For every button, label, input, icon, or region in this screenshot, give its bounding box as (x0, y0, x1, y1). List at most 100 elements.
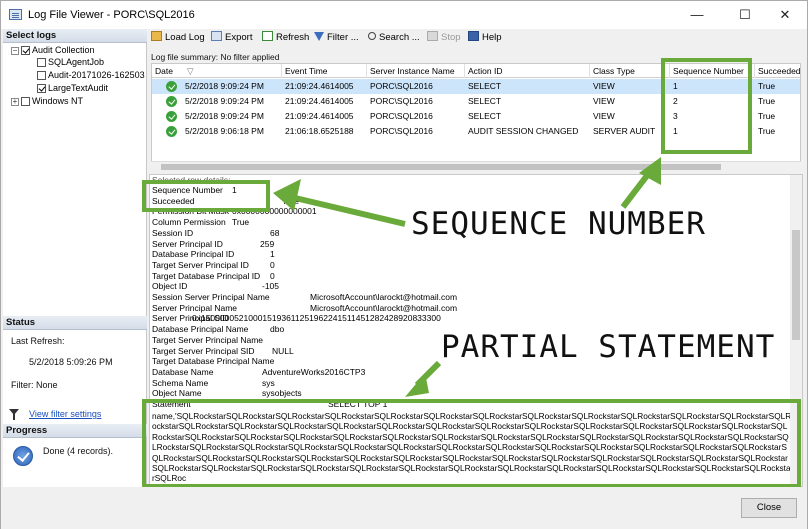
tree-item-windows-nt[interactable]: + Windows NT (11, 95, 83, 107)
cell-class-type: SERVER AUDIT (593, 126, 656, 136)
column-header-label: Date (155, 66, 173, 76)
detail-field-label: Server Principal Name (152, 302, 238, 313)
checkbox-audit-20171026[interactable] (37, 71, 46, 81)
detail-field: Column Permission True (152, 217, 249, 228)
search-button[interactable]: Search ... (368, 31, 420, 45)
tree-item-label: LargeTextAudit (48, 83, 109, 93)
detail-field: Database Name AdventureWorks2016CTP3 (152, 366, 365, 378)
log-summary: Log file summary: No filter applied (151, 52, 280, 62)
detail-field-value: MicrosoftAccount\larockt@hotmail.com (310, 292, 458, 302)
sequence-number-detail-highlight (142, 180, 270, 212)
detail-field: Object Name sysobjects (152, 388, 302, 399)
success-check-icon (166, 96, 177, 107)
success-check-icon (166, 111, 177, 122)
detail-field: Object ID -105 (152, 281, 279, 292)
search-icon (368, 32, 376, 41)
detail-field: Database Principal ID 1 (152, 249, 275, 260)
select-logs-header: Select logs (3, 29, 147, 43)
tree-item-largetextaudit[interactable]: LargeTextAudit (37, 82, 108, 94)
stop-button[interactable]: Stop (427, 31, 461, 45)
detail-field: Session Server Principal Name MicrosoftAc… (152, 292, 457, 303)
close-button[interactable]: Close (741, 498, 797, 518)
cell-server-instance: PORC\SQL2016 (370, 126, 433, 136)
tree-item-label: Audit Collection (32, 45, 95, 55)
checkbox-windows-nt[interactable] (21, 97, 30, 107)
detail-field: Server Principal Name MicrosoftAccount\la… (152, 302, 457, 314)
filter-icon (9, 409, 19, 420)
annotation-partial-statement: PARTIAL STATEMENT (441, 329, 776, 365)
detail-field: Target Server Principal SID NULL (152, 346, 294, 357)
cell-action-id: SELECT (468, 96, 502, 106)
cell-event-time: 21:09:24.4614005 (285, 81, 354, 91)
cell-date: 5/2/2018 9:09:24 PM (185, 81, 264, 91)
progress-text: Done (4 records). (43, 446, 114, 456)
cell-action-id: SELECT (468, 111, 502, 121)
export-label: Export (225, 32, 253, 43)
minimize-button[interactable]: — (675, 1, 719, 29)
detail-field-value: 1 (270, 249, 275, 260)
left-panel: Select logs − Audit Collection SQLAgentJo… (3, 29, 147, 487)
detail-field-label: Schema Name (152, 377, 209, 388)
filter-icon (314, 31, 324, 41)
folder-icon (151, 31, 162, 42)
cell-server-instance: PORC\SQL2016 (370, 96, 433, 106)
maximize-button[interactable]: ☐ (723, 1, 767, 29)
detail-field-value: 0 (270, 259, 275, 270)
cell-action-id: AUDIT SESSION CHANGED (468, 126, 579, 136)
detail-field-label: Object ID (152, 281, 188, 292)
export-button[interactable]: Export (211, 31, 252, 45)
tree-item-label: Audit-20171026-162503 (48, 70, 145, 80)
close-window-button[interactable]: ✕ (763, 1, 807, 29)
cell-date: 5/2/2018 9:09:24 PM (185, 96, 264, 106)
scrollbar-thumb[interactable] (792, 230, 800, 340)
tree-item-audit-20171026[interactable]: Audit-20171026-162503 (37, 69, 145, 81)
filter-funnel-icon: ▽ (186, 66, 194, 76)
cell-succeeded: True (758, 96, 776, 106)
tree-item-sqlagentjob[interactable]: SQLAgentJob (37, 56, 104, 68)
detail-field-label: Target Server Principal ID (152, 259, 249, 270)
column-header-date[interactable]: Date ▽ (152, 64, 282, 78)
column-header-action-id[interactable]: Action ID (465, 64, 590, 78)
checkbox-sqlagentjob[interactable] (37, 58, 46, 68)
tree-item-label: SQLAgentJob (48, 57, 105, 67)
tree-item-label: Windows NT (32, 96, 84, 106)
collapse-icon[interactable]: − (11, 46, 19, 55)
success-check-icon (166, 126, 177, 137)
scrollbar-thumb[interactable] (161, 164, 721, 170)
search-label: Search ... (379, 32, 420, 43)
help-label: Help (482, 32, 502, 43)
cell-class-type: VIEW (593, 96, 615, 106)
expand-icon[interactable]: + (11, 97, 19, 106)
checkbox-audit-collection[interactable] (21, 46, 30, 56)
column-header-server-instance[interactable]: Server Instance Name (367, 64, 465, 78)
grid-horizontal-scrollbar[interactable] (151, 161, 801, 171)
detail-field-label: Column Permission (152, 217, 226, 228)
sequence-number-column-highlight (661, 58, 752, 154)
column-header-succeeded[interactable]: Succeeded (755, 64, 800, 78)
status-header: Status (3, 316, 147, 330)
cell-class-type: VIEW (593, 81, 615, 91)
log-file-viewer-window: Log File Viewer - PORC\SQL2016 — ☐ ✕ Sel… (0, 0, 808, 529)
help-button[interactable]: Help (468, 31, 502, 45)
detail-field-value: AdventureWorks2016CTP3 (262, 366, 366, 377)
detail-field-label: Session ID (152, 227, 194, 238)
tree-item-audit-collection[interactable]: − Audit Collection (11, 44, 95, 56)
view-filter-settings-link[interactable]: View filter settings (29, 409, 101, 419)
partial-statement-highlight (142, 399, 801, 488)
column-header-class-type[interactable]: Class Type (590, 64, 670, 78)
filter-button[interactable]: Filter ... (314, 31, 359, 45)
checkbox-largetextaudit[interactable] (37, 84, 46, 94)
refresh-button[interactable]: Refresh (262, 31, 309, 45)
detail-field-value: 0x15000005210001519361125196224151145128… (192, 313, 441, 324)
stop-label: Stop (441, 32, 461, 43)
detail-field-label: Database Name (152, 366, 214, 377)
last-refresh-value: 5/2/2018 5:09:26 PM (29, 357, 113, 367)
load-log-button[interactable]: Load Log (151, 31, 205, 45)
progress-header: Progress (3, 424, 147, 438)
column-header-event-time[interactable]: Event Time (282, 64, 367, 78)
detail-field-value: sys (262, 377, 275, 388)
detail-field: Target Server Principal ID 0 (152, 259, 275, 271)
cell-action-id: SELECT (468, 81, 502, 91)
cell-server-instance: PORC\SQL2016 (370, 111, 433, 121)
detail-field-label: Database Principal Name (152, 324, 249, 335)
